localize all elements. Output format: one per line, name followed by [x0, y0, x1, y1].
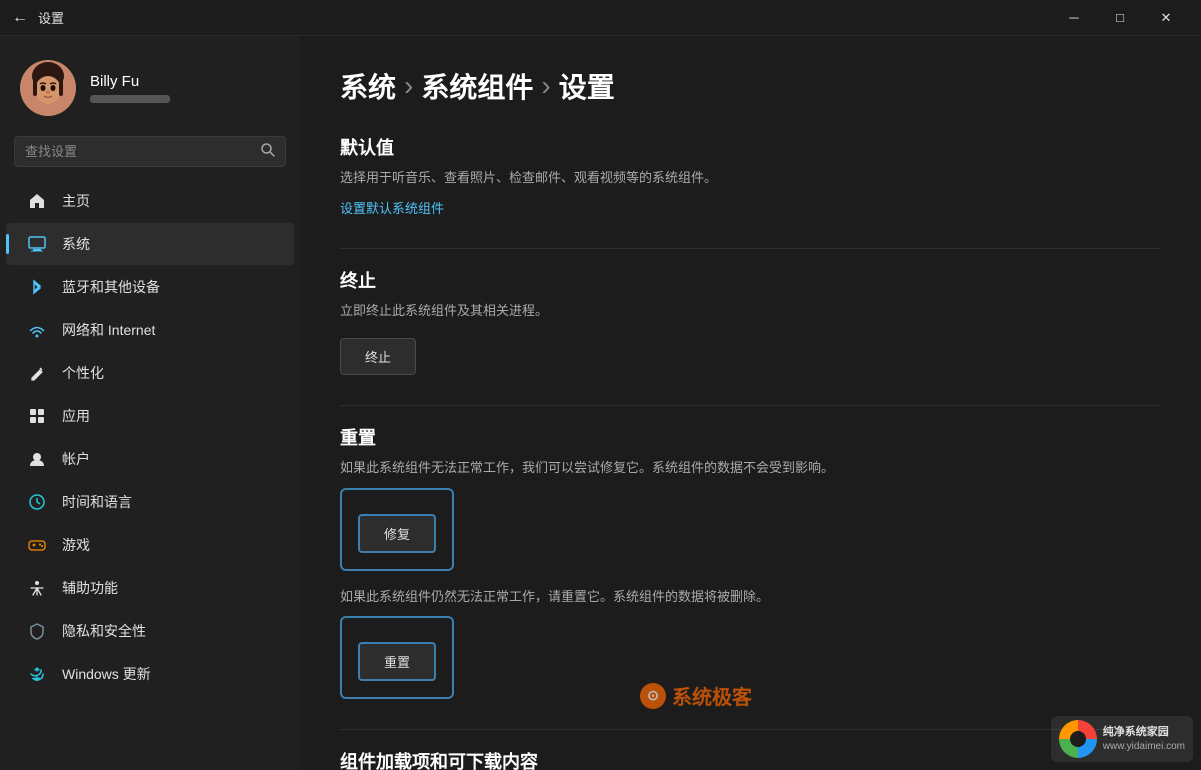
logo-icon	[1059, 720, 1097, 758]
user-detail-bar	[90, 95, 170, 103]
windows-update-icon	[26, 663, 48, 685]
app-body: Billy Fu	[0, 36, 1201, 770]
apps-icon	[26, 405, 48, 427]
minimize-button[interactable]: ─	[1051, 2, 1097, 34]
divider-3	[340, 729, 1161, 730]
bottom-logo: 纯净系统家园 www.yidaimei.com	[1051, 716, 1193, 762]
sidebar-item-privacy[interactable]: 隐私和安全性	[6, 610, 294, 652]
sidebar-item-windows-update[interactable]: Windows 更新	[6, 653, 294, 695]
reset-title: 重置	[340, 424, 1161, 450]
titlebar: ← 设置 ─ □ ✕	[0, 0, 1201, 36]
sidebar-item-bluetooth[interactable]: 蓝牙和其他设备	[6, 266, 294, 308]
search-icon	[261, 143, 275, 160]
home-icon	[26, 190, 48, 212]
reset-button[interactable]: 重置	[358, 642, 436, 681]
repair-highlighted-group: 修复	[340, 488, 454, 571]
defaults-title: 默认值	[340, 134, 1161, 160]
reset-desc: 如果此系统组件仍然无法正常工作，请重置它。系统组件的数据将被删除。	[340, 587, 1161, 607]
sidebar-item-privacy-label: 隐私和安全性	[62, 621, 146, 641]
accessibility-icon	[26, 577, 48, 599]
logo-text-block: 纯净系统家园 www.yidaimei.com	[1103, 725, 1185, 752]
defaults-section: 默认值 选择用于听音乐、查看照片、检查邮件、观看视频等的系统组件。 设置默认系统…	[340, 134, 1161, 218]
sidebar-item-accessibility-label: 辅助功能	[62, 578, 118, 598]
addons-section: 组件加载项和可下载内容	[340, 748, 1161, 770]
logo-name: 纯净系统家园	[1103, 725, 1185, 739]
sidebar-nav: 主页 系统 蓝牙	[0, 179, 300, 696]
search-box[interactable]	[14, 136, 286, 167]
sidebar-item-gaming-label: 游戏	[62, 535, 90, 555]
sidebar-item-apps[interactable]: 应用	[6, 395, 294, 437]
sidebar-item-time-label: 时间和语言	[62, 492, 132, 512]
sidebar-item-network-label: 网络和 Internet	[62, 320, 155, 340]
sidebar-item-network[interactable]: 网络和 Internet	[6, 309, 294, 351]
breadcrumb-sep1: ›	[404, 70, 413, 102]
sidebar-item-time[interactable]: 时间和语言	[6, 481, 294, 523]
close-button[interactable]: ✕	[1143, 2, 1189, 34]
sidebar-item-windows-update-label: Windows 更新	[62, 664, 151, 684]
personalization-icon	[26, 362, 48, 384]
breadcrumb-sep2: ›	[541, 70, 550, 102]
sidebar-item-home[interactable]: 主页	[6, 180, 294, 222]
sidebar-item-accounts-label: 帐户	[62, 449, 90, 469]
defaults-desc: 选择用于听音乐、查看照片、检查邮件、观看视频等的系统组件。	[340, 168, 1161, 188]
logo-url: www.yidaimei.com	[1103, 740, 1185, 753]
terminate-button[interactable]: 终止	[340, 338, 416, 375]
sidebar-item-system-label: 系统	[62, 234, 90, 254]
user-section[interactable]: Billy Fu	[0, 44, 300, 136]
avatar	[20, 60, 76, 116]
terminate-title: 终止	[340, 267, 1161, 293]
main-content: 系统 › 系统组件 › 设置 默认值 选择用于听音乐、查看照片、检查邮件、观看视…	[300, 36, 1201, 770]
maximize-button[interactable]: □	[1097, 2, 1143, 34]
addons-title: 组件加载项和可下载内容	[340, 748, 1161, 770]
user-name: Billy Fu	[90, 73, 170, 90]
breadcrumb-part2: 系统组件	[421, 66, 533, 106]
privacy-icon	[26, 620, 48, 642]
titlebar-left: ← 设置	[12, 8, 64, 27]
sidebar-item-apps-label: 应用	[62, 406, 90, 426]
search-container	[0, 136, 300, 179]
repair-button[interactable]: 修复	[358, 514, 436, 553]
sidebar-item-personalization-label: 个性化	[62, 363, 104, 383]
sidebar-item-accounts[interactable]: 帐户	[6, 438, 294, 480]
sidebar-item-accessibility[interactable]: 辅助功能	[6, 567, 294, 609]
sidebar-item-system[interactable]: 系统	[6, 223, 294, 265]
sidebar-item-gaming[interactable]: 游戏	[6, 524, 294, 566]
sidebar-item-personalization[interactable]: 个性化	[6, 352, 294, 394]
bluetooth-icon	[26, 276, 48, 298]
breadcrumb: 系统 › 系统组件 › 设置	[340, 66, 1161, 106]
terminate-section: 终止 立即终止此系统组件及其相关进程。 终止	[340, 267, 1161, 376]
gaming-icon	[26, 534, 48, 556]
system-icon	[26, 233, 48, 255]
breadcrumb-part3: 设置	[559, 66, 615, 106]
back-icon: ←	[12, 9, 28, 27]
repair-desc: 如果此系统组件无法正常工作，我们可以尝试修复它。系统组件的数据不会受到影响。	[340, 458, 1161, 478]
divider-2	[340, 405, 1161, 406]
titlebar-controls: ─ □ ✕	[1051, 2, 1189, 34]
sidebar-item-bluetooth-label: 蓝牙和其他设备	[62, 277, 160, 297]
user-info: Billy Fu	[90, 73, 170, 103]
divider-1	[340, 248, 1161, 249]
accounts-icon	[26, 448, 48, 470]
reset-highlighted-group: 重置	[340, 616, 454, 699]
titlebar-title: 设置	[38, 8, 64, 27]
search-input[interactable]	[25, 144, 253, 159]
avatar-svg	[20, 60, 76, 116]
back-button[interactable]: ←	[12, 9, 28, 27]
sidebar-item-home-label: 主页	[62, 191, 90, 211]
reset-section: 重置 如果此系统组件无法正常工作，我们可以尝试修复它。系统组件的数据不会受到影响…	[340, 424, 1161, 699]
maximize-icon: □	[1116, 10, 1124, 25]
close-icon: ✕	[1161, 10, 1172, 26]
time-icon	[26, 491, 48, 513]
defaults-link[interactable]: 设置默认系统组件	[340, 201, 444, 216]
network-icon	[26, 319, 48, 341]
avatar-image	[20, 60, 76, 116]
breadcrumb-part1: 系统	[340, 66, 396, 106]
minimize-icon: ─	[1069, 10, 1078, 25]
terminate-desc: 立即终止此系统组件及其相关进程。	[340, 301, 1161, 321]
sidebar: Billy Fu	[0, 36, 300, 770]
